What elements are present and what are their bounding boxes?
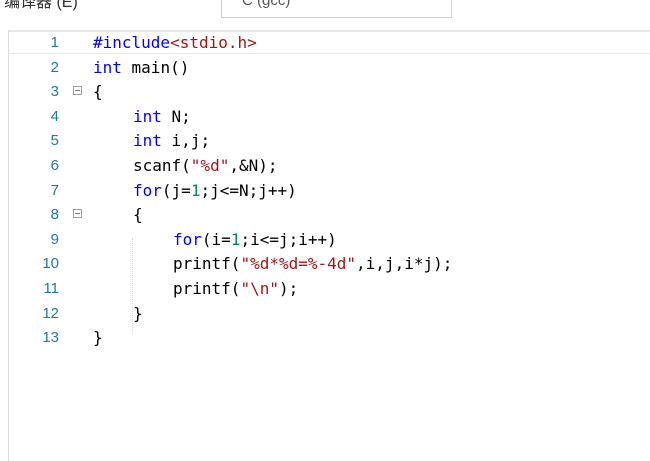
- token-kw: for: [173, 229, 202, 249]
- code-line[interactable]: 6 scanf("%d",&N);: [9, 154, 650, 179]
- code-line[interactable]: 1 #include<stdio.h>: [9, 31, 650, 56]
- token: (j=: [161, 180, 191, 200]
- token-kw: int: [133, 106, 162, 126]
- code-line[interactable]: 3{: [9, 80, 650, 105]
- line-number: 10: [42, 255, 59, 273]
- code-text: for(i=1;i<=j;i++): [173, 228, 337, 253]
- token-str: "%d": [190, 156, 230, 175]
- token: printf(: [173, 279, 241, 298]
- token: {: [133, 205, 143, 225]
- code-line[interactable]: 11 printf("\n");: [9, 277, 650, 302]
- code-text: #include<stdio.h>: [93, 31, 257, 56]
- compiler-label: 编译器 (E): [4, 0, 78, 11]
- line-number: 2: [50, 58, 59, 76]
- line-number: 6: [50, 157, 59, 174]
- token-str: "\n": [240, 279, 279, 298]
- line-number: 3: [50, 83, 59, 101]
- code-text: int i,j;: [133, 129, 210, 154]
- token: ;i<=j;i++): [240, 229, 337, 249]
- code-text: printf("\n");: [173, 277, 298, 302]
- token-kw: for: [133, 180, 162, 200]
- language-select[interactable]: C (gcc): [221, 0, 452, 18]
- token-kw: int: [133, 131, 162, 151]
- code-line[interactable]: 12}: [9, 302, 650, 327]
- token: ,i,j,i*j);: [356, 254, 453, 274]
- token-str: "%d*%d=%-4d": [240, 254, 357, 274]
- code-line[interactable]: 7 for(j=1;j<=N;j++): [9, 179, 650, 204]
- token-str: <stdio.h>: [170, 33, 257, 52]
- token: }: [133, 303, 143, 323]
- token: (i=: [201, 229, 231, 249]
- token: }: [93, 328, 103, 348]
- token: {: [93, 82, 103, 102]
- code-editor[interactable]: 1 #include<stdio.h> 2 int main() 3{4 int N; 5 i…: [8, 30, 650, 461]
- code-text: printf("%d*%d=%-4d",i,j,i*j);: [173, 252, 452, 277]
- token: ;j<=N;j++): [200, 180, 297, 200]
- line-number: 12: [42, 304, 59, 322]
- token-kw: #include: [93, 33, 171, 52]
- fold-toggle-icon[interactable]: [73, 86, 82, 96]
- line-number: 13: [42, 329, 59, 347]
- token: main(): [121, 57, 190, 77]
- code-text: {: [133, 203, 143, 228]
- code-text: int N;: [133, 105, 191, 130]
- code-line[interactable]: 2 int main(): [9, 56, 650, 81]
- code-text: {: [93, 80, 103, 105]
- line-number: 5: [50, 132, 59, 150]
- token: printf(: [173, 254, 241, 274]
- token-kw: int: [93, 57, 122, 77]
- token: );: [278, 279, 299, 298]
- code-line[interactable]: 4 int N;: [9, 105, 650, 130]
- code-text: }: [93, 326, 103, 351]
- code-text: }: [133, 302, 143, 327]
- code-text: scanf("%d",&N);: [133, 154, 278, 179]
- code-line[interactable]: 9 for(i=1;i<=j;i++): [9, 228, 650, 253]
- line-number: 8: [50, 206, 59, 224]
- code-text: int main(): [93, 56, 189, 81]
- line-number: 1: [50, 34, 59, 51]
- token-num: 1: [230, 229, 241, 249]
- line-number: 4: [50, 107, 59, 125]
- token-num: 1: [190, 180, 201, 200]
- token: scanf(: [133, 156, 191, 175]
- line-number: 9: [50, 230, 59, 248]
- fold-toggle-icon[interactable]: [73, 209, 82, 219]
- line-number: 11: [43, 280, 59, 297]
- line-number: 7: [50, 181, 59, 199]
- code-line[interactable]: 10 printf("%d*%d=%-4d",i,j,i*j);: [9, 252, 650, 277]
- code-line[interactable]: 8{: [9, 203, 650, 228]
- token: i,j;: [161, 131, 211, 151]
- token: ,&N);: [229, 156, 278, 175]
- code-line[interactable]: 5 int i,j;: [9, 129, 650, 154]
- token: N;: [161, 106, 191, 126]
- code-line[interactable]: 13}: [9, 326, 650, 351]
- code-text: for(j=1;j<=N;j++): [133, 179, 297, 204]
